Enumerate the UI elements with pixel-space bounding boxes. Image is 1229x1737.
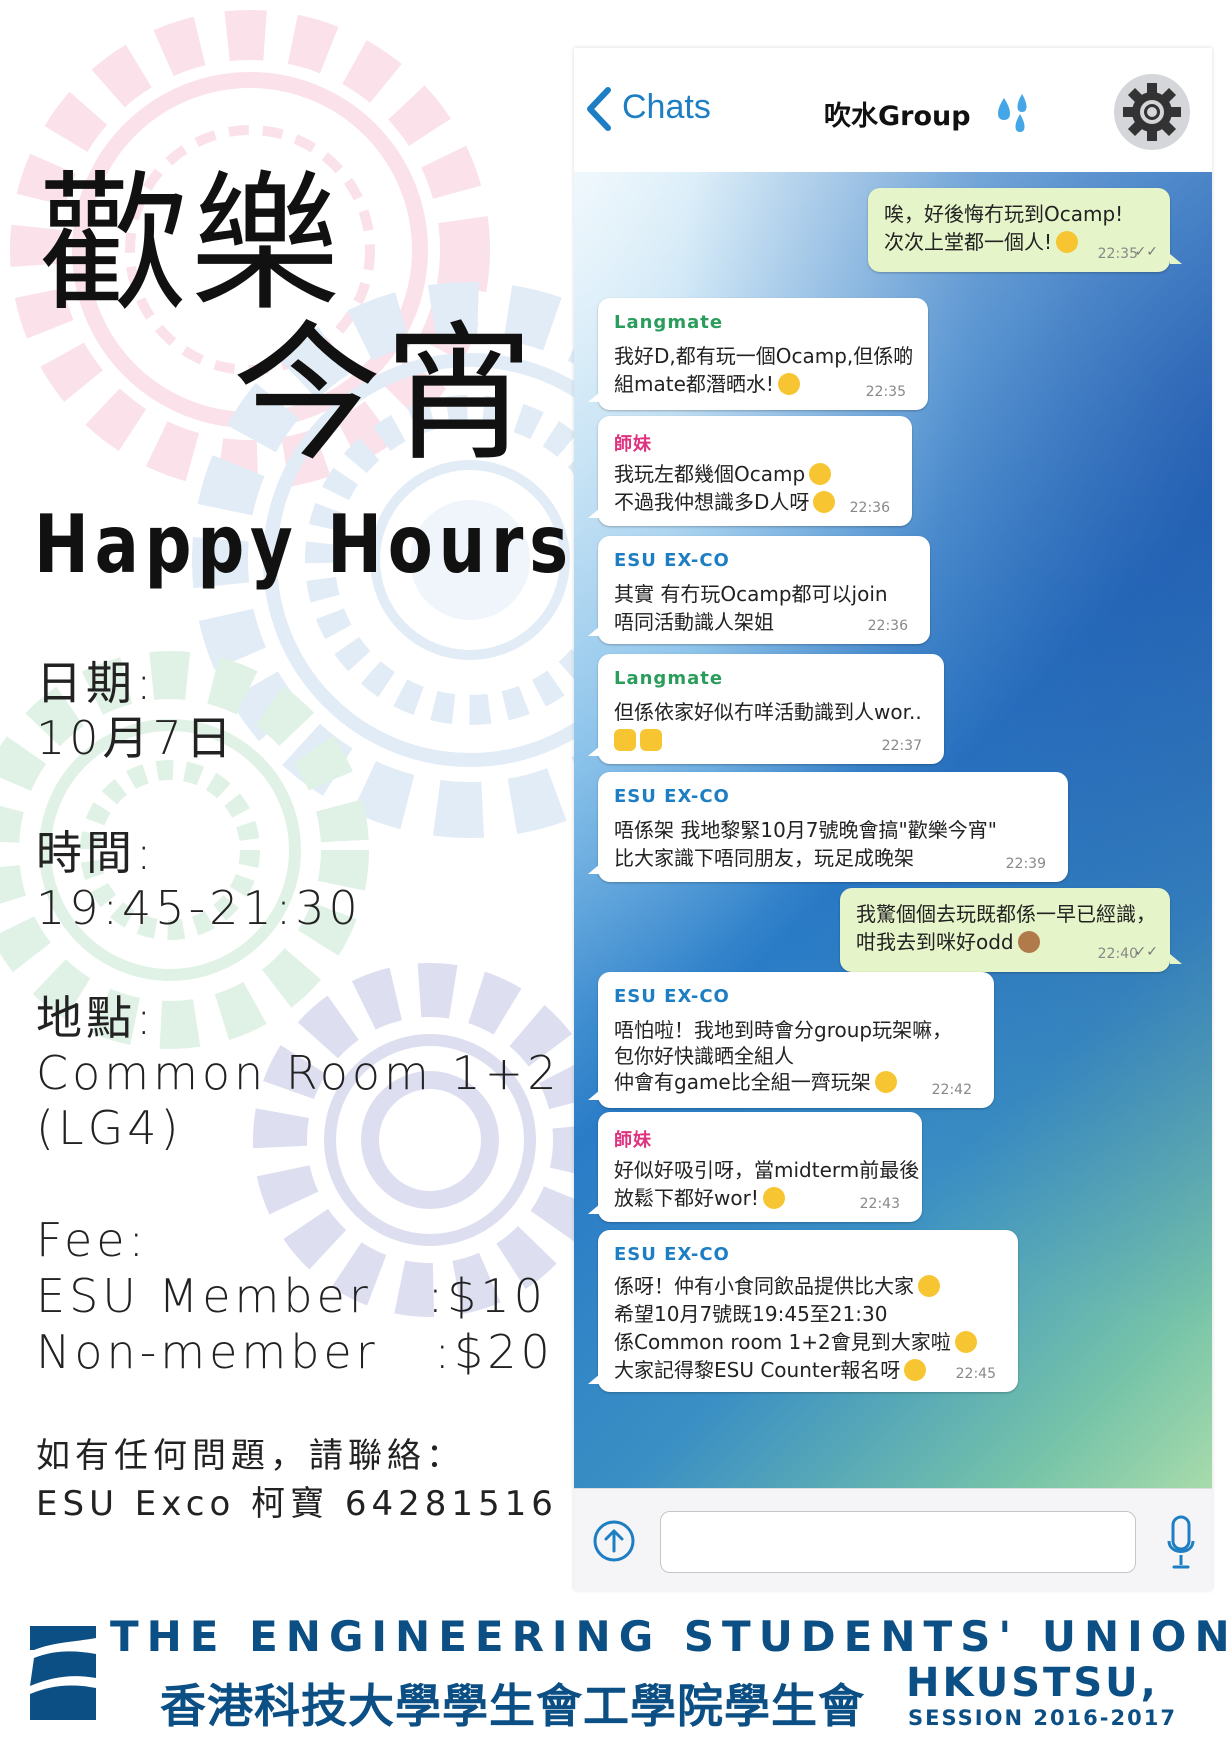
date-value: 10月7日	[36, 711, 236, 765]
read-ticks-icon: ✓✓	[1134, 944, 1158, 960]
message-time: 22:42	[931, 1082, 972, 1098]
venue-value: Common Room 1+2	[36, 1046, 561, 1100]
time-value: 19:45-21:30	[36, 881, 362, 935]
message-text-line: 組mate都潛晒水!	[614, 370, 800, 398]
message-text-line: 但係依家好似冇咩活動識到人wor..	[614, 700, 922, 724]
microphone-icon[interactable]	[1166, 1515, 1196, 1571]
message-sender: ESU EX-CO	[614, 550, 730, 571]
message-text-line: 唔怕啦！我地到時會分group玩架嘛，	[614, 1018, 953, 1042]
esu-logo-icon	[30, 1626, 96, 1720]
message-time: 22:40	[1097, 946, 1138, 962]
message-time: 22:36	[867, 618, 908, 634]
venue-label: 地點:	[36, 991, 156, 1045]
confused-face-emoji-icon	[777, 373, 800, 395]
message-text-line: 我好D,都有玩一個Ocamp,但係啲	[614, 344, 914, 368]
contact-block: 如有任何問題，請聯絡： ESU Exco 柯寶 64281516	[36, 1432, 558, 1528]
contact-line2: ESU Exco 柯寶 64281516	[36, 1484, 558, 1524]
upload-icon[interactable]	[592, 1519, 636, 1563]
message-sender: 師妹	[614, 1130, 652, 1151]
message-text-line: 不過我仲想識多D人呀	[614, 488, 836, 516]
message-time: 22:36	[849, 500, 890, 516]
blank-face-emoji-icon	[809, 463, 832, 485]
chat-message-incoming: ESU EX-CO 唔係架 我地黎緊10月7號晚會搞"歡樂今宵" 比大家識下唔同…	[588, 772, 1068, 882]
message-text-line: 咁我去到咪好odd	[856, 928, 1040, 956]
monkey-face-emoji-icon	[1017, 931, 1040, 953]
message-time: 22:35	[1097, 246, 1138, 262]
chat-message-incoming: 師妹 好似好吸引呀，當midterm前最後 放鬆下都好wor! 22:43	[588, 1112, 922, 1222]
smiling-face-emoji-icon	[918, 1275, 940, 1297]
message-input[interactable]	[660, 1511, 1136, 1573]
message-text-line: 唔係架 我地黎緊10月7號晚會搞"歡樂今宵"	[614, 818, 997, 842]
back-button-label[interactable]: Chats	[622, 88, 711, 127]
message-time: 22:39	[1005, 856, 1046, 872]
grinning-face-emoji-icon	[954, 1331, 977, 1353]
message-sender: Langmate	[614, 668, 724, 689]
settings-button[interactable]	[1114, 74, 1190, 150]
chat-message-outgoing: 我驚個個去玩既都係一早已經識， 咁我去到咪好odd 22:40 ✓✓	[840, 888, 1182, 972]
fee-member: ESU Member :$10	[36, 1269, 547, 1323]
message-text-line: 我驚個個去玩既都係一早已經識，	[856, 902, 1156, 926]
chat-message-incoming: 師妹 我玩左都幾個Ocamp 不過我仲想識多D人呀 22:36	[588, 416, 912, 526]
fee-label: Fee:	[36, 1213, 149, 1267]
message-text-line: 其實 有冇玩Ocamp都可以join	[614, 582, 888, 606]
chat-message-incoming: ESU EX-CO 其實 有冇玩Ocamp都可以join 唔同活動識人架姐 22…	[588, 536, 930, 644]
message-sender: ESU EX-CO	[614, 1244, 730, 1265]
time-label: 時間:	[36, 826, 156, 880]
chat-message-outgoing: 唉，好後悔冇玩到Ocamp! 次次上堂都一個人! 22:35 ✓✓	[868, 188, 1182, 272]
read-ticks-icon: ✓✓	[1134, 244, 1158, 260]
message-text-line: 係Common room 1+2會見到大家啦	[614, 1328, 977, 1356]
chat-input-bar	[574, 1488, 1212, 1591]
message-time: 22:37	[881, 738, 922, 754]
fee-nonmember: Non-member :$20	[36, 1325, 554, 1379]
message-sender: Langmate	[614, 312, 724, 333]
footer-union-name: THE ENGINEERING STUDENTS' UNION,	[110, 1612, 1229, 1661]
pointing-hands-emoji-icon	[614, 729, 636, 751]
kiss-heart-emoji-icon	[904, 1359, 927, 1381]
sad-face-emoji-icon	[1056, 231, 1079, 253]
message-text-line: 次次上堂都一個人!	[884, 228, 1079, 256]
date-label: 日期:	[36, 656, 156, 710]
chat-message-incoming: ESU EX-CO 係呀！仲有小食同飲品提供比大家 希望10月7號既19:45至…	[588, 1230, 1018, 1392]
chat-message-incoming: Langmate 但係依家好似冇咩活動識到人wor.. 22:37	[588, 654, 944, 764]
message-text-line	[614, 726, 662, 754]
footer-union-name-chinese: 香港科技大學學生會工學院學生會	[160, 1679, 865, 1733]
title-english: Happy Hours	[34, 498, 574, 591]
water-drops-icon	[998, 94, 1027, 132]
message-time: 22:43	[859, 1196, 900, 1212]
chat-message-incoming: ESU EX-CO 唔怕啦！我地到時會分group玩架嘛， 包你好快識晒全組人 …	[588, 972, 994, 1108]
heart-eyes-emoji-icon	[762, 1187, 785, 1209]
message-text-line: 包你好快識晒全組人	[614, 1044, 794, 1068]
message-text-line: 唉，好後悔冇玩到Ocamp!	[884, 202, 1124, 226]
message-text-line: 比大家識下唔同朋友，玩足成晚架	[614, 846, 914, 870]
message-text-line: 放鬆下都好wor!	[614, 1184, 785, 1212]
pointing-hands-emoji-icon	[640, 729, 662, 751]
title-chinese-line1: 歡樂	[38, 158, 343, 332]
message-time: 22:45	[955, 1366, 996, 1382]
kissing-face-emoji-icon	[813, 491, 836, 513]
message-text-line: 係呀！仲有小食同飲品提供比大家	[614, 1272, 940, 1300]
message-text-line: 希望10月7號既19:45至21:30	[614, 1302, 888, 1326]
message-text-line: 仲會有game比全組一齊玩架	[614, 1068, 897, 1096]
message-time: 22:35	[865, 384, 906, 400]
footer-session: SESSION 2016-2017	[908, 1706, 1177, 1730]
chat-header: Chats 吹水Group	[574, 48, 1212, 172]
chat-message-incoming: Langmate 我好D,都有玩一個Ocamp,但係啲 組mate都潛晒水! 2…	[588, 298, 928, 410]
message-sender: 師妹	[614, 434, 652, 455]
winking-face-emoji-icon	[874, 1071, 897, 1093]
footer-hkustsu: HKUSTSU,	[906, 1660, 1159, 1706]
chat-phone-mockup: Chats 吹水Group 唉，好後悔冇玩到Ocamp! 次次上堂都一個人! 2…	[574, 48, 1212, 1591]
chevron-left-icon[interactable]	[580, 84, 616, 134]
venue-room: (LG4)	[36, 1101, 183, 1155]
message-sender: ESU EX-CO	[614, 986, 730, 1007]
chat-message-area[interactable]: 唉，好後悔冇玩到Ocamp! 次次上堂都一個人! 22:35 ✓✓ Langma…	[574, 172, 1212, 1488]
contact-line1: 如有任何問題，請聯絡：	[36, 1436, 465, 1476]
message-text-line: 唔同活動識人架姐	[614, 610, 774, 634]
message-text-line: 好似好吸引呀，當midterm前最後	[614, 1158, 920, 1182]
message-text-line: 我玩左都幾個Ocamp	[614, 460, 832, 488]
message-text-line: 大家記得黎ESU Counter報名呀	[614, 1356, 927, 1384]
gear-icon	[1123, 83, 1181, 141]
title-chinese-line2: 今宵	[232, 308, 537, 482]
message-sender: ESU EX-CO	[614, 786, 730, 807]
group-title: 吹水Group	[824, 101, 971, 132]
